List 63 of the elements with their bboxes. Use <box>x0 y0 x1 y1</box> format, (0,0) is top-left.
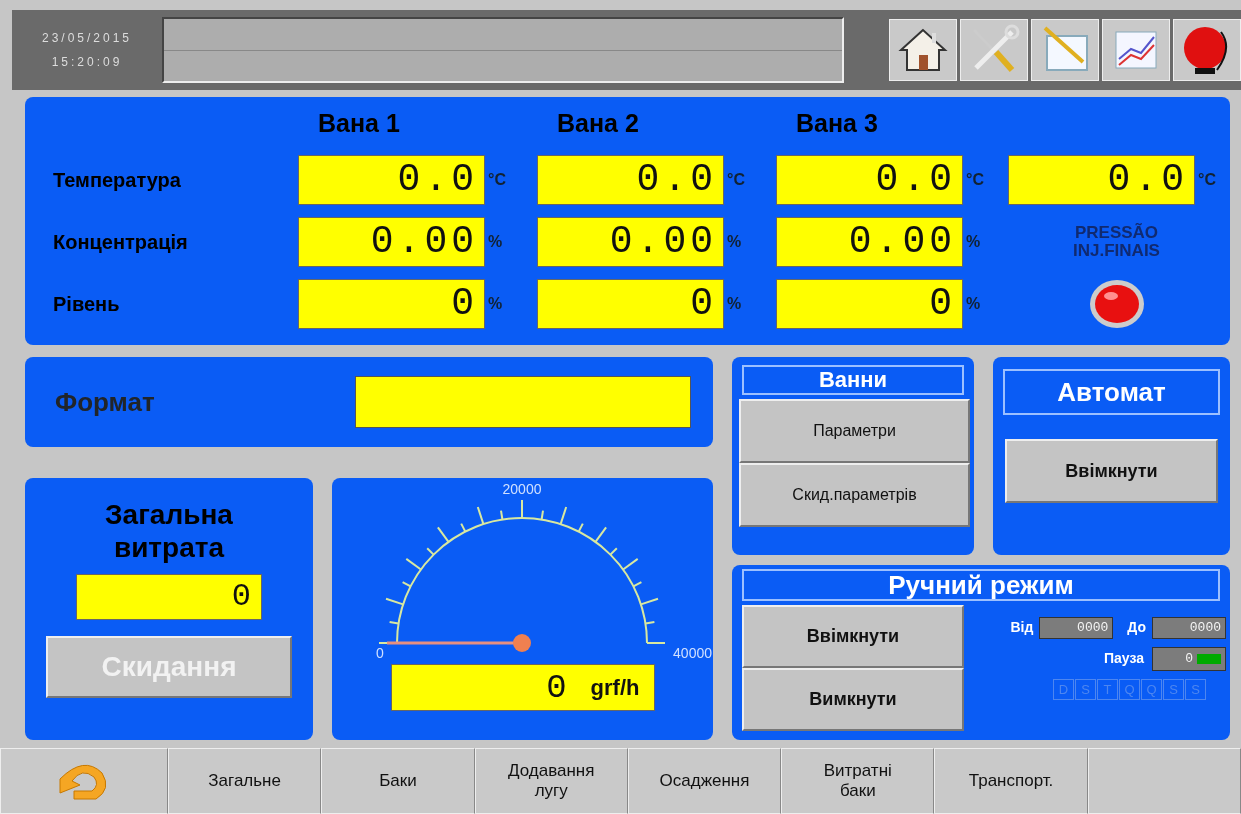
unit-label: % <box>726 293 743 314</box>
back-button[interactable] <box>0 748 168 814</box>
value-field: 0.00 <box>776 216 963 267</box>
flow-reading: 0 <box>546 667 571 709</box>
row-label: Температура <box>52 167 182 193</box>
scale-label: 20000 <box>502 481 542 497</box>
column-header: Вана 2 <box>556 108 640 139</box>
row-label: Рівень <box>52 291 121 317</box>
to-field[interactable]: 0000 <box>1152 617 1226 639</box>
value-field: 0.0 <box>298 154 485 205</box>
trend-button[interactable] <box>1102 19 1170 81</box>
nav-tab[interactable]: Баки <box>321 748 475 814</box>
format-label: Формат <box>54 385 156 419</box>
scale-label: 0 <box>376 645 384 661</box>
panel-title: Ручний режим <box>742 569 1220 601</box>
time-text: 15:20:09 <box>50 54 124 71</box>
notepad-button[interactable] <box>1031 19 1099 81</box>
nav-tab[interactable]: Транспорт. <box>934 748 1088 814</box>
alarm-button[interactable] <box>1173 19 1241 81</box>
column-header: Вана 3 <box>795 108 879 139</box>
unit-label: °C <box>1197 169 1217 190</box>
unit-label: grf/h <box>590 673 640 702</box>
value-field: 0 <box>776 278 963 329</box>
value-field: 0.0 <box>776 154 963 205</box>
disable-button[interactable]: Вимкнути <box>742 668 964 731</box>
unit-label: % <box>487 231 504 252</box>
to-label: До <box>1127 618 1146 638</box>
total-flow-title: Загальна витрата <box>104 498 234 564</box>
pause-label: Пауза <box>1104 649 1144 668</box>
from-label: Від <box>1010 618 1034 638</box>
home-button[interactable] <box>889 19 957 81</box>
unit-label: % <box>726 231 743 252</box>
value-field: 0.00 <box>537 216 724 267</box>
panel-title: Автомат <box>1003 369 1220 415</box>
column-header: Вана 1 <box>317 108 401 139</box>
nav-tab[interactable]: Витратні баки <box>781 748 935 814</box>
value-field: 0.0 <box>537 154 724 205</box>
menu-button[interactable]: Скид.параметрів <box>739 463 970 527</box>
unit-label: % <box>965 293 982 314</box>
total-flow-field: 0 <box>76 574 262 620</box>
indicator-label: PRESSÃO INJ.FINAIS <box>1072 223 1161 260</box>
enable-button[interactable]: Ввімкнути <box>1005 439 1218 503</box>
nav-tab[interactable]: Осадження <box>627 748 782 814</box>
panel-title: Ванни <box>742 365 964 395</box>
scale-label: 40000 <box>673 645 712 661</box>
unit-label: % <box>965 231 982 252</box>
format-field[interactable] <box>355 376 691 428</box>
pause-field[interactable]: 0 <box>1152 646 1226 671</box>
value-field: 0.00 <box>298 216 485 267</box>
value-field: 0.0 <box>1008 154 1195 205</box>
unit-label: °C <box>965 169 985 190</box>
value-field: 0 <box>298 278 485 329</box>
unit-label: °C <box>726 169 746 190</box>
unit-label: % <box>487 293 504 314</box>
nav-tab[interactable]: Загальне <box>168 748 322 814</box>
nav-tab[interactable]: Додавання лугу <box>474 748 628 814</box>
from-field[interactable]: 0000 <box>1039 617 1114 639</box>
row-label: Концентрація <box>52 229 189 255</box>
value-field: 0 <box>537 278 724 329</box>
enable-button[interactable]: Ввімкнути <box>742 605 964 668</box>
menu-button[interactable]: Параметри <box>739 399 970 463</box>
unit-label: °C <box>487 169 507 190</box>
date-text: 23/05/2015 <box>40 30 134 47</box>
